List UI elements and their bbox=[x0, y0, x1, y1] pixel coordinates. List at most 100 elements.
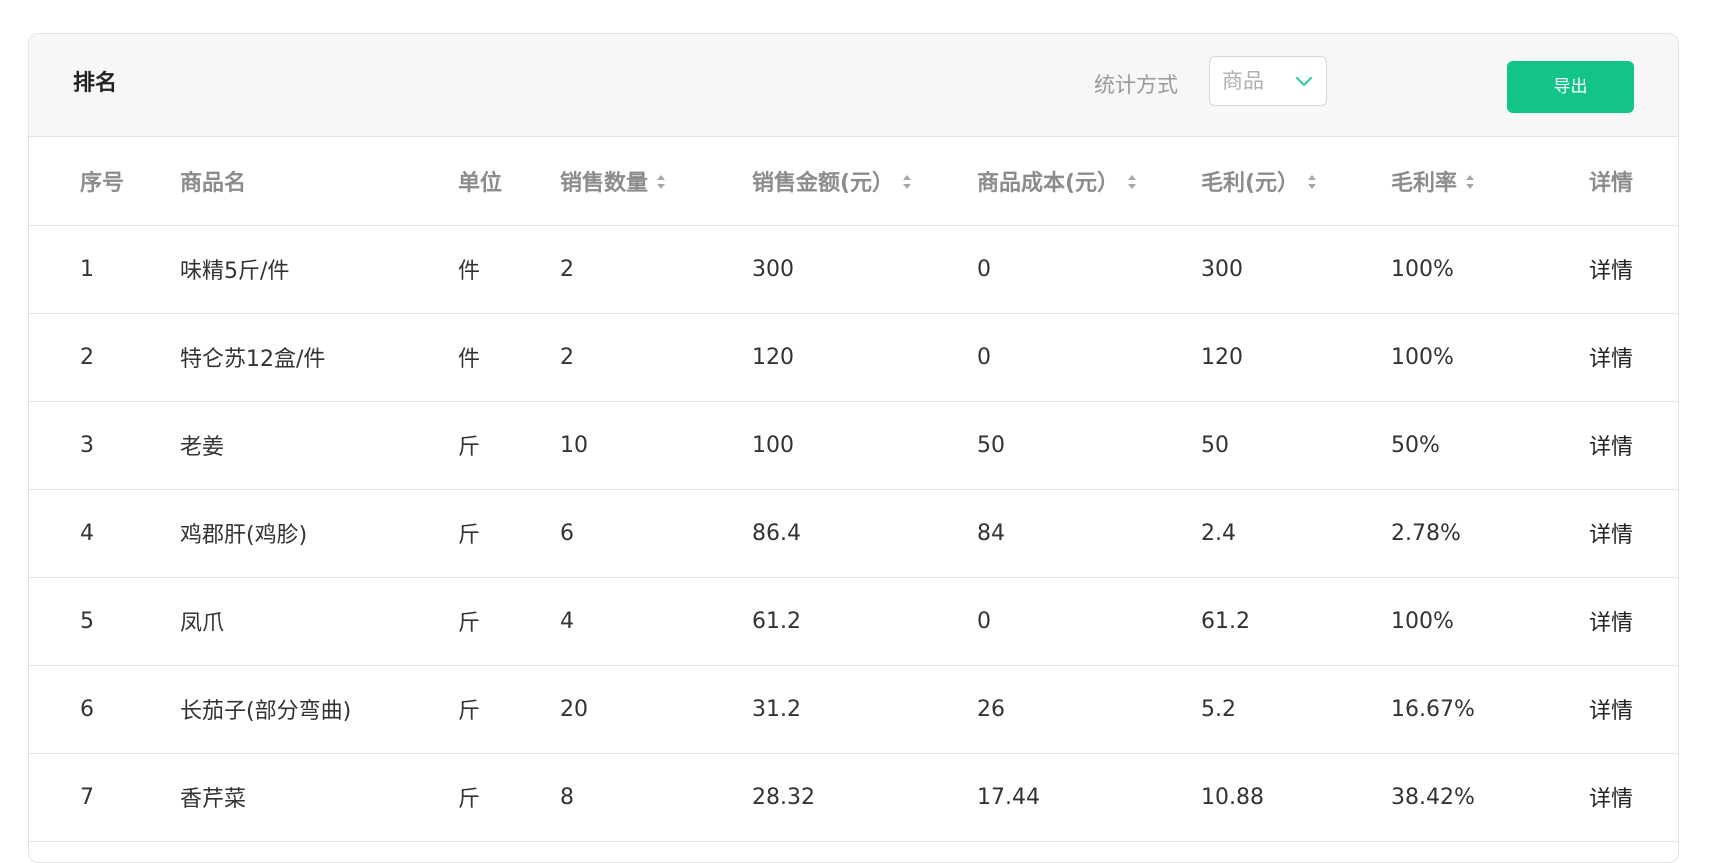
cell-sales-amount: 300 bbox=[752, 225, 977, 314]
column-header-label: 毛利率 bbox=[1391, 170, 1458, 196]
cell-unit: 斤 bbox=[458, 577, 560, 666]
column-header-product-name: 商品名 bbox=[180, 137, 458, 226]
column-header-label: 销售金额(元） bbox=[752, 170, 895, 196]
export-button[interactable]: 导出 bbox=[1507, 61, 1634, 113]
cell-detail[interactable]: 详情 bbox=[1589, 401, 1678, 490]
stat-method-value: 商品 bbox=[1222, 69, 1264, 93]
cell-unit: 斤 bbox=[458, 489, 560, 578]
cell-sales-amount: 31.2 bbox=[752, 665, 977, 754]
sort-icon[interactable] bbox=[1465, 174, 1475, 190]
table-row: 3 老姜斤 10 100 50 50 50% 详情 bbox=[29, 401, 1678, 490]
column-header-label: 毛利(元） bbox=[1201, 170, 1300, 196]
cell-product-cost: 17.44 bbox=[977, 753, 1201, 842]
sort-icon[interactable] bbox=[1127, 174, 1137, 190]
cell-sales-qty: 8 bbox=[560, 753, 752, 842]
cell-index: 6 bbox=[29, 665, 180, 754]
column-header-detail: 详情 bbox=[1589, 137, 1678, 226]
cell-index: 4 bbox=[29, 489, 180, 578]
column-header-label: 销售数量 bbox=[560, 170, 649, 196]
detail-link[interactable]: 详情 bbox=[1589, 611, 1633, 636]
table-body: 1 味精5斤/件件 2 300 0 300 100% 详情 2 特仑苏12盒/件件 2 120 0 120… bbox=[29, 225, 1678, 842]
cell-product-cost: 0 bbox=[977, 313, 1201, 402]
column-header-label: 详情 bbox=[1589, 170, 1634, 196]
detail-link[interactable]: 详情 bbox=[1589, 523, 1633, 548]
cell-unit: 斤 bbox=[458, 401, 560, 490]
cell-unit: 斤 bbox=[458, 665, 560, 754]
column-header-sales-qty[interactable]: 销售数量 bbox=[560, 137, 752, 226]
cell-product-cost: 0 bbox=[977, 225, 1201, 314]
cell-gross-profit: 300 bbox=[1201, 225, 1391, 314]
cell-gross-profit: 61.2 bbox=[1201, 577, 1391, 666]
cell-gross-profit: 120 bbox=[1201, 313, 1391, 402]
cell-index: 1 bbox=[29, 225, 180, 314]
panel-title: 排名 bbox=[73, 71, 118, 96]
cell-index: 3 bbox=[29, 401, 180, 490]
cell-detail[interactable]: 详情 bbox=[1589, 313, 1678, 402]
cell-detail[interactable]: 详情 bbox=[1589, 665, 1678, 754]
cell-sales-qty: 2 bbox=[560, 225, 752, 314]
cell-index: 2 bbox=[29, 313, 180, 402]
cell-sales-qty: 2 bbox=[560, 313, 752, 402]
column-header-gross-profit[interactable]: 毛利(元） bbox=[1201, 137, 1391, 226]
cell-sales-amount: 100 bbox=[752, 401, 977, 490]
cell-gross-margin: 100% bbox=[1391, 577, 1589, 666]
cell-detail[interactable]: 详情 bbox=[1589, 225, 1678, 314]
cell-unit: 件 bbox=[458, 313, 560, 402]
column-header-gross-margin[interactable]: 毛利率 bbox=[1391, 137, 1589, 226]
table-row: 1 味精5斤/件件 2 300 0 300 100% 详情 bbox=[29, 225, 1678, 314]
cell-gross-margin: 100% bbox=[1391, 313, 1589, 402]
table-row: 7 香芹菜斤 8 28.32 17.44 10.88 38.42% 详情 bbox=[29, 753, 1678, 842]
cell-gross-margin: 100% bbox=[1391, 225, 1589, 314]
cell-detail[interactable]: 详情 bbox=[1589, 753, 1678, 842]
cell-gross-margin: 38.42% bbox=[1391, 753, 1589, 842]
cell-detail[interactable]: 详情 bbox=[1589, 577, 1678, 666]
cell-product-name: 香芹菜 bbox=[180, 753, 458, 842]
detail-link[interactable]: 详情 bbox=[1589, 699, 1633, 724]
cell-product-name: 鸡郡肝(鸡胗) bbox=[180, 489, 458, 578]
cell-gross-margin: 16.67% bbox=[1391, 665, 1589, 754]
column-header-label: 序号 bbox=[80, 170, 125, 196]
sort-icon[interactable] bbox=[902, 174, 912, 190]
stat-method-select[interactable]: 商品 bbox=[1209, 56, 1327, 106]
cell-product-cost: 26 bbox=[977, 665, 1201, 754]
table-row: 5 凤爪斤 4 61.2 0 61.2 100% 详情 bbox=[29, 577, 1678, 666]
cell-detail[interactable]: 详情 bbox=[1589, 489, 1678, 578]
cell-product-name: 老姜 bbox=[180, 401, 458, 490]
cell-product-cost: 50 bbox=[977, 401, 1201, 490]
cell-gross-profit: 5.2 bbox=[1201, 665, 1391, 754]
column-header-sales-amount[interactable]: 销售金额(元） bbox=[752, 137, 977, 226]
sort-icon[interactable] bbox=[656, 174, 666, 190]
cell-product-name: 长茄子(部分弯曲) bbox=[180, 665, 458, 754]
column-header-label: 商品成本(元） bbox=[977, 170, 1120, 196]
cell-sales-qty: 20 bbox=[560, 665, 752, 754]
detail-link[interactable]: 详情 bbox=[1589, 259, 1633, 284]
ranking-table: 序号 商品名 单位 销售数量 销售金额(元） 商品成本(元） 毛利(元） 毛利率 详情 1 味精5… bbox=[29, 137, 1678, 842]
column-header-label: 单位 bbox=[458, 170, 503, 196]
cell-product-cost: 84 bbox=[977, 489, 1201, 578]
detail-link[interactable]: 详情 bbox=[1589, 347, 1633, 372]
cell-gross-margin: 2.78% bbox=[1391, 489, 1589, 578]
chevron-down-icon bbox=[1295, 76, 1313, 87]
detail-link[interactable]: 详情 bbox=[1589, 787, 1633, 812]
cell-sales-qty: 6 bbox=[560, 489, 752, 578]
column-header-index: 序号 bbox=[29, 137, 180, 226]
column-header-product-cost[interactable]: 商品成本(元） bbox=[977, 137, 1201, 226]
sort-icon[interactable] bbox=[1307, 174, 1317, 190]
cell-sales-amount: 120 bbox=[752, 313, 977, 402]
cell-unit: 件 bbox=[458, 225, 560, 314]
cell-gross-profit: 2.4 bbox=[1201, 489, 1391, 578]
table-row: 2 特仑苏12盒/件件 2 120 0 120 100% 详情 bbox=[29, 313, 1678, 402]
cell-product-cost: 0 bbox=[977, 577, 1201, 666]
cell-gross-margin: 50% bbox=[1391, 401, 1589, 490]
column-header-unit: 单位 bbox=[458, 137, 560, 226]
cell-sales-qty: 10 bbox=[560, 401, 752, 490]
panel-header: 排名 统计方式 商品 导出 bbox=[29, 34, 1678, 137]
cell-sales-amount: 28.32 bbox=[752, 753, 977, 842]
cell-index: 7 bbox=[29, 753, 180, 842]
detail-link[interactable]: 详情 bbox=[1589, 435, 1633, 460]
cell-index: 5 bbox=[29, 577, 180, 666]
cell-gross-profit: 50 bbox=[1201, 401, 1391, 490]
table-row: 4 鸡郡肝(鸡胗) 斤 6 86.4 84 2.4 2.78% 详情 bbox=[29, 489, 1678, 578]
cell-product-name: 特仑苏12盒/件 bbox=[180, 313, 458, 402]
cell-sales-qty: 4 bbox=[560, 577, 752, 666]
